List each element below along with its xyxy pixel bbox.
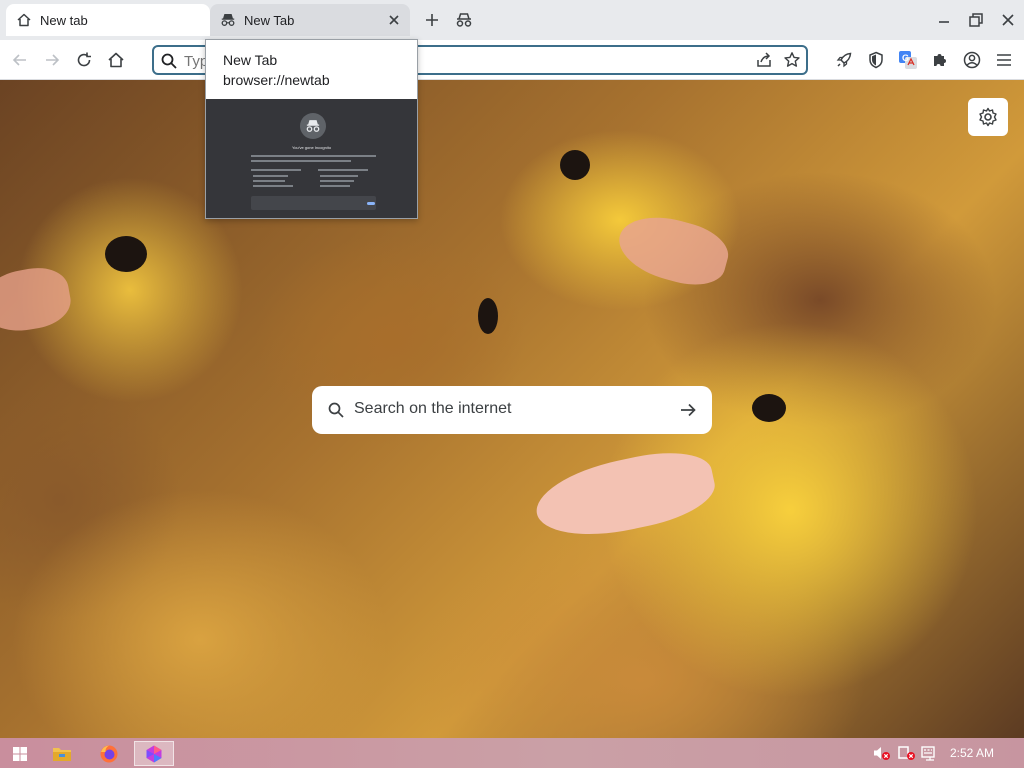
- incognito-icon: [220, 12, 236, 28]
- keyboard-layout-icon[interactable]: [921, 744, 939, 762]
- file-explorer-button[interactable]: [42, 741, 82, 766]
- minimize-button[interactable]: [932, 8, 956, 32]
- shield-icon: [869, 51, 883, 69]
- rocket-icon: [836, 52, 852, 68]
- preview-text-line: [251, 160, 351, 162]
- tab-label: New Tab: [244, 12, 295, 28]
- windows-taskbar: 2:52 AM: [0, 738, 1024, 768]
- bookmark-star-button[interactable]: [782, 50, 802, 70]
- tab-label: New tab: [40, 12, 88, 28]
- preview-text-line: [320, 180, 354, 182]
- tab-strip: New tab New Tab: [0, 0, 1024, 40]
- preview-text-line: [318, 169, 368, 171]
- search-icon: [328, 402, 344, 418]
- restore-button[interactable]: [964, 8, 988, 32]
- close-tab-icon[interactable]: [386, 12, 402, 28]
- search-placeholder: Search on the internet: [354, 400, 512, 417]
- preview-text-line: [320, 185, 350, 187]
- home-icon: [16, 12, 32, 28]
- translate-icon: G: [899, 51, 917, 69]
- account-circle-icon: [963, 51, 981, 69]
- arrow-right-icon[interactable]: [678, 400, 698, 420]
- customize-settings-button[interactable]: [968, 98, 1008, 136]
- star-icon: [784, 52, 800, 67]
- share-icon: [757, 52, 771, 67]
- preview-text-line: [253, 175, 288, 177]
- svg-text:G: G: [902, 53, 909, 63]
- home-button[interactable]: [104, 48, 128, 72]
- start-button[interactable]: [0, 741, 40, 766]
- tab-preview-thumbnail: You've gone Incognito: [206, 99, 417, 218]
- puzzle-icon: [934, 54, 946, 66]
- new-incognito-tab-button[interactable]: [453, 9, 475, 31]
- tab-hover-card: New Tab browser://newtab You've gone Inc…: [205, 39, 418, 219]
- windows-logo-icon: [13, 746, 27, 761]
- firefox-icon: [100, 745, 118, 762]
- close-window-button[interactable]: [996, 8, 1020, 32]
- shield-extension-button[interactable]: [864, 48, 888, 72]
- plus-icon: [426, 14, 438, 26]
- restore-icon: [969, 13, 983, 27]
- reload-button[interactable]: [72, 48, 96, 72]
- share-button[interactable]: [754, 50, 774, 70]
- close-icon: [1002, 14, 1014, 26]
- preview-text-line: [251, 169, 301, 171]
- browser-toolbar: G: [0, 40, 1024, 80]
- incognito-icon: [456, 13, 472, 27]
- tab-new-tab[interactable]: New tab: [6, 4, 210, 36]
- preview-heading: You've gone Incognito: [291, 145, 332, 150]
- internet-search-box[interactable]: Search on the internet: [312, 386, 712, 434]
- preview-cookie-panel: [251, 196, 376, 210]
- incognito-icon: [300, 113, 326, 139]
- arrow-left-icon: [12, 54, 26, 66]
- extensions-button[interactable]: [928, 48, 952, 72]
- preview-toggle: [367, 202, 375, 205]
- profile-button[interactable]: [960, 48, 984, 72]
- hover-card-title: New Tab: [223, 52, 278, 68]
- hover-card-url: browser://newtab: [223, 72, 330, 88]
- preview-text-line: [253, 185, 293, 187]
- browser-app-icon: [146, 745, 162, 762]
- firefox-button[interactable]: [89, 741, 129, 766]
- new-tab-page: Search on the internet: [0, 80, 1024, 738]
- tab-incognito-new-tab[interactable]: New Tab: [210, 4, 410, 36]
- preview-text-line: [320, 175, 358, 177]
- browser-taskbar-button[interactable]: [134, 741, 174, 766]
- reload-icon: [77, 52, 91, 67]
- arrow-right-icon: [46, 54, 60, 66]
- home-icon: [108, 52, 124, 68]
- system-clock[interactable]: 2:52 AM: [950, 746, 994, 760]
- new-tab-button[interactable]: [421, 9, 443, 31]
- preview-text-line: [251, 155, 376, 157]
- minimize-icon: [939, 21, 949, 23]
- preview-text-line: [253, 180, 285, 182]
- network-disconnected-icon[interactable]: [898, 744, 916, 762]
- main-menu-button[interactable]: [992, 48, 1016, 72]
- volume-muted-icon[interactable]: [873, 744, 891, 762]
- hamburger-menu-icon: [997, 54, 1011, 66]
- gear-icon: [979, 107, 997, 127]
- back-button[interactable]: [8, 48, 32, 72]
- rocket-extension-button[interactable]: [832, 48, 856, 72]
- translate-extension-button[interactable]: G: [896, 48, 920, 72]
- folder-icon: [53, 747, 71, 761]
- search-icon: [161, 53, 177, 69]
- forward-button[interactable]: [40, 48, 64, 72]
